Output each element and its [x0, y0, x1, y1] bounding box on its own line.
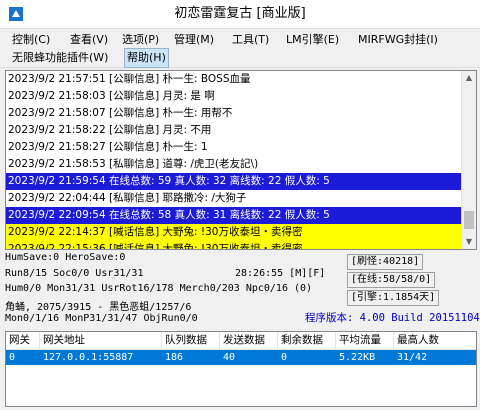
log-line: 2023/9/2 21:58:03 [公聊信息] 月灵: 是 啊 [8, 90, 215, 102]
menu-control[interactable]: 控制(C) [10, 31, 52, 49]
log-panel[interactable]: 2023/9/2 21:57:51 [公聊信息] 朴一生: BOSS血量 2023… [5, 70, 477, 250]
scroll-thumb[interactable] [464, 211, 474, 229]
menu-view[interactable]: 查看(V) [68, 31, 110, 49]
col-gateway-address[interactable]: 网关地址 [40, 332, 162, 349]
col-queue-data[interactable]: 队列数据 [162, 332, 220, 349]
cell-avg-traffic: 5.22KB [339, 352, 376, 363]
table-header: 网关 网关地址 队列数据 发送数据 剩余数据 平均流量 最高人数 [6, 332, 476, 350]
log-scrollbar[interactable]: ▲ ▼ [461, 71, 476, 249]
log-line: 2023/9/2 21:57:51 [公聊信息] 朴一生: BOSS血量 [8, 73, 251, 85]
window-title: 初恋雷霆复古 [商业版] [174, 6, 306, 21]
menu-tools[interactable]: 工具(T) [230, 31, 271, 49]
version-label: 程序版本: 4.00 Build 20151104 [305, 312, 480, 324]
col-avg-traffic[interactable]: 平均流量 [336, 332, 394, 349]
log-line: 2023/9/2 22:15:36 [喊话信息] 大野兔: !30万收泰坦・卖得… [6, 241, 461, 249]
status-line-save: HumSave:0 HeroSave:0 [5, 252, 126, 263]
scroll-up-arrow-icon[interactable]: ▲ [462, 71, 476, 85]
log-lines: 2023/9/2 21:57:51 [公聊信息] 朴一生: BOSS血量 2023… [6, 71, 461, 249]
menu-help[interactable]: 帮助(H) [124, 48, 169, 68]
status-panel: HumSave:0 HeroSave:0 Run8/15 Soc0/0 Usr3… [5, 250, 480, 328]
log-line: 2023/9/2 21:58:22 [公聊信息] 月灵: 不用 [8, 124, 212, 136]
cell-gateway-address: 127.0.0.1:55887 [43, 352, 134, 363]
title-bar: 初恋雷霆复古 [商业版] [0, 0, 480, 29]
online-count-box: [在线:58/58/0] [347, 272, 436, 288]
cell-queue-data: 186 [165, 352, 184, 363]
col-gateway[interactable]: 网关 [6, 332, 40, 349]
col-max-users[interactable]: 最高人数 [394, 332, 476, 349]
log-line: 2023/9/2 21:58:53 [私聊信息] 道尊: /虎卫(老友記\) [8, 158, 259, 170]
table-row[interactable]: 0 127.0.0.1:55887 186 40 0 5.22KB 31/42 [6, 350, 476, 365]
log-line: 2023/9/2 22:14:37 [喊话信息] 大野兔: !30万收泰坦・卖得… [6, 224, 461, 241]
log-line: 2023/9/2 21:59:54 在线总数: 59 真人数: 32 离线数: … [6, 173, 461, 190]
engine-uptime-box: [引擎:1.1854天] [347, 290, 440, 306]
col-send-data[interactable]: 发送数据 [220, 332, 278, 349]
log-line: 2023/9/2 21:58:27 [公聊信息] 朴一生: 1 [8, 141, 208, 153]
status-line-run: Run8/15 Soc0/0 Usr31/31 [5, 268, 144, 279]
status-time: 28:26:55 [M][F] [235, 268, 326, 279]
status-line-monster: 角蛹, 2075/3915 - 黑色恶蛆/1257/6 [5, 302, 192, 313]
menu-options[interactable]: 选项(P) [120, 31, 161, 49]
menu-mirfwg[interactable]: MIRFWG封挂(I) [356, 31, 440, 49]
refresh-count-box: [刷怪:40218] [347, 254, 424, 270]
status-line-hum: Hum0/0 Mon31/31 UsrRot16/178 Merch0/203 … [5, 283, 313, 294]
menu-plugins[interactable]: 无限蜂功能插件(W) [10, 49, 110, 67]
col-remaining-data[interactable]: 剩余数据 [278, 332, 336, 349]
status-line-mon: Mon0/1/16 MonP31/31/47 ObjRun0/0 [5, 313, 198, 324]
scroll-down-arrow-icon[interactable]: ▼ [462, 235, 476, 249]
log-line: 2023/9/2 22:09:54 在线总数: 58 真人数: 31 离线数: … [6, 207, 461, 224]
menu-lm-engine[interactable]: LM引擎(E) [284, 31, 341, 49]
cell-send-data: 40 [223, 352, 236, 363]
menu-bar: 控制(C) 查看(V) 选项(P) 管理(M) 工具(T) LM引擎(E) MI… [0, 29, 480, 68]
cell-gateway: 0 [9, 352, 16, 363]
cell-max-users: 31/42 [397, 352, 428, 363]
menu-manage[interactable]: 管理(M) [172, 31, 216, 49]
gateway-table[interactable]: 网关 网关地址 队列数据 发送数据 剩余数据 平均流量 最高人数 0 127.0… [5, 331, 477, 407]
cell-remaining-data: 0 [281, 352, 288, 363]
log-line: 2023/9/2 22:04:44 [私聊信息] 耶路撒冷: /大狗子 [8, 192, 247, 204]
log-line: 2023/9/2 21:58:07 [公聊信息] 朴一生: 用帮不 [8, 107, 233, 119]
